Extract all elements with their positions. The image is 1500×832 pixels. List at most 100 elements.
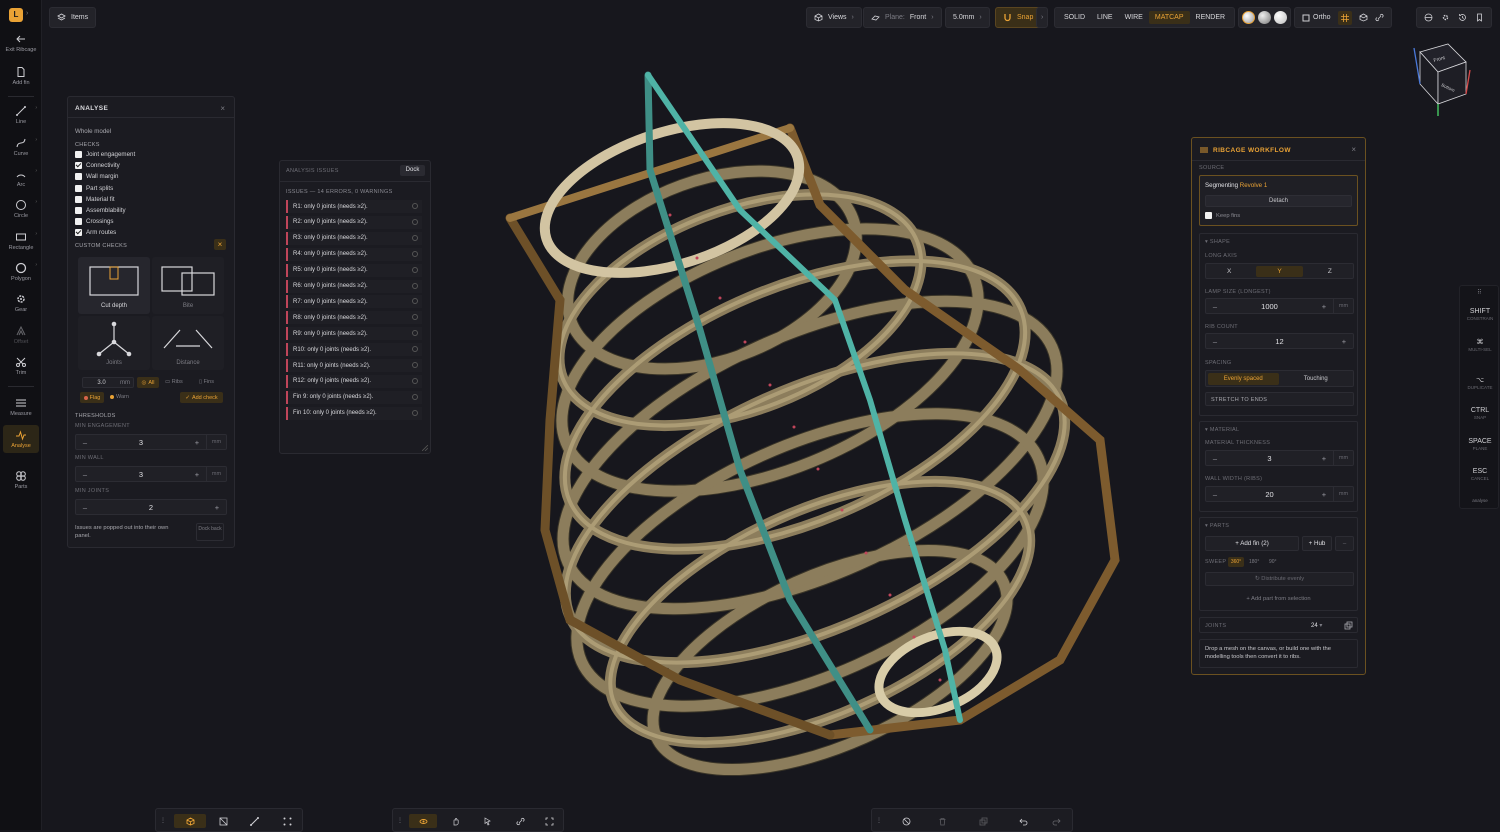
tool-rectangle[interactable]: Rectangle › (0, 231, 42, 251)
issue-locate-icon[interactable] (412, 266, 418, 273)
custom-card-cut-depth[interactable]: Cut depth (78, 257, 150, 314)
issue-locate-icon[interactable] (412, 346, 418, 353)
spacing-even-button[interactable]: Evenly spaced (1208, 372, 1279, 385)
shape-title[interactable]: ▾ SHAPE (1205, 239, 1230, 245)
check-connectivity[interactable]: Connectivity (75, 160, 135, 171)
history-icon[interactable] (1458, 13, 1467, 22)
sweep-180-button[interactable]: 180° (1249, 559, 1259, 565)
stretch-to-ends-toggle[interactable]: STRETCH TO ENDS (1205, 392, 1354, 406)
issue-locate-icon[interactable] (412, 298, 418, 305)
add-fin-button[interactable]: + Add fin (2) (1205, 536, 1299, 551)
tool-connect-button[interactable] (510, 814, 530, 828)
views-button[interactable]: Views › (806, 7, 862, 28)
redo-button[interactable] (1046, 814, 1066, 828)
custom-card-joints[interactable]: Joints (78, 316, 150, 370)
increment-button[interactable]: + (208, 503, 226, 512)
issue-row[interactable]: R11: only 0 joints (needs ≥2). (286, 359, 422, 372)
distribute-evenly-button[interactable]: ↻ Distribute evenly (1205, 572, 1354, 586)
increment-button[interactable]: + (188, 438, 206, 447)
issue-locate-icon[interactable] (412, 218, 418, 225)
box-icon[interactable] (1359, 13, 1368, 22)
tool-exit-ribcage[interactable]: Exit Ribcage (0, 33, 42, 53)
decrement-button[interactable]: – (1206, 490, 1224, 499)
delete-button[interactable] (932, 814, 952, 828)
tool-parts[interactable]: Parts (0, 470, 42, 490)
issue-locate-icon[interactable] (412, 314, 418, 321)
increment-button[interactable]: + (1315, 490, 1333, 499)
settings-icon[interactable] (1441, 13, 1450, 22)
issue-locate-icon[interactable] (412, 362, 418, 368)
issue-locate-icon[interactable] (412, 234, 418, 241)
close-icon[interactable]: × (220, 104, 225, 113)
add-part-from-selection-button[interactable]: + Add part from selection (1200, 596, 1357, 602)
tool-analyse[interactable]: Analyse (3, 425, 39, 453)
decrement-button[interactable]: – (76, 470, 94, 479)
increment-button[interactable]: + (188, 470, 206, 479)
issue-locate-icon[interactable] (412, 203, 418, 209)
mode-solid[interactable]: SOLID (1058, 14, 1091, 21)
snap-options-button[interactable]: › (1036, 7, 1049, 28)
add-check-button[interactable]: ✓ Add check (180, 392, 223, 403)
issue-row[interactable]: R9: only 0 joints (needs ≥2). (286, 327, 422, 341)
checkbox[interactable] (75, 162, 82, 170)
sweep-360-button[interactable]: 360° (1228, 557, 1244, 567)
tool-trim[interactable]: Trim (0, 356, 42, 376)
issue-locate-icon[interactable] (412, 409, 418, 416)
custom-value-input[interactable]: 3.0 mm (82, 377, 134, 388)
mode-face-button[interactable] (213, 814, 233, 828)
issue-row[interactable]: R6: only 0 joints (needs ≥2). (286, 279, 422, 293)
ortho-button[interactable]: Ortho (1302, 14, 1331, 22)
view-cube[interactable]: Front Bottom (1408, 40, 1474, 118)
drag-handle-icon[interactable]: ⋮ (397, 817, 403, 824)
rib-count-stepper[interactable]: –12 + (1205, 333, 1354, 349)
tool-line[interactable]: Line › (0, 105, 42, 125)
scope-fins-button[interactable]: ▯ Fins (199, 379, 214, 385)
decrement-button[interactable]: – (1206, 337, 1224, 346)
spacing-touching-button[interactable]: Touching (1281, 376, 1352, 382)
axis-y-button[interactable]: Y (1256, 265, 1303, 277)
check-wall-margin[interactable]: Wall margin (75, 171, 135, 182)
plane-button[interactable]: Plane: Front › (863, 7, 942, 28)
checkbox[interactable] (75, 151, 82, 159)
tool-offset[interactable]: Offset (0, 325, 42, 345)
check-part-splits[interactable]: Part splits (75, 183, 135, 194)
checkbox[interactable] (75, 173, 82, 181)
issue-locate-icon[interactable] (412, 393, 418, 400)
decrement-button[interactable]: – (76, 438, 94, 447)
material-title[interactable]: ▾ MATERIAL (1205, 427, 1239, 433)
check-assemblability[interactable]: Assemblability (75, 205, 135, 216)
tool-curve[interactable]: Curve › (0, 137, 42, 157)
axis-z-button[interactable]: Z (1307, 268, 1353, 275)
drag-handle-icon[interactable]: ⠿ (1460, 289, 1500, 296)
resize-handle-icon[interactable] (422, 445, 428, 451)
decrement-button[interactable]: – (1206, 454, 1224, 463)
matcap-swatch-grey[interactable] (1258, 11, 1271, 24)
check-crossings[interactable]: Crossings (75, 216, 135, 227)
link-icon[interactable] (1374, 13, 1384, 22)
issue-row[interactable]: R1: only 0 joints (needs ≥2). (286, 200, 422, 213)
issue-locate-icon[interactable] (412, 330, 418, 337)
check-joint-engagement[interactable]: Joint engagement (75, 149, 135, 160)
min-engagement-stepper[interactable]: –3 + mm (75, 434, 227, 450)
undo-button[interactable] (1013, 814, 1033, 828)
close-icon[interactable]: × (1351, 145, 1356, 154)
issue-row[interactable]: R7: only 0 joints (needs ≥2). (286, 295, 422, 309)
mode-vertex-button[interactable] (277, 814, 297, 828)
decrement-button[interactable]: – (1206, 302, 1224, 311)
tool-circle[interactable]: Circle › (0, 199, 42, 219)
mode-edge-button[interactable] (244, 814, 264, 828)
custom-checks-close-icon[interactable]: × (214, 239, 226, 250)
lamp-size-stepper[interactable]: –1000 + mm (1205, 298, 1354, 314)
dock-back-button[interactable]: Dock back (196, 523, 224, 541)
check-material-fit[interactable]: Material fit (75, 194, 135, 205)
axis-x-button[interactable]: X (1206, 268, 1252, 275)
checkbox[interactable] (75, 207, 82, 215)
cancel-button[interactable] (896, 814, 916, 828)
issue-locate-icon[interactable] (412, 377, 418, 384)
custom-card-distance[interactable]: Distance (152, 316, 224, 370)
increment-button[interactable]: + (1315, 302, 1333, 311)
scope-ribs-button[interactable]: ▭ Ribs (165, 379, 183, 385)
checkbox[interactable] (1205, 212, 1212, 219)
issue-row[interactable]: R4: only 0 joints (needs ≥2). (286, 247, 422, 261)
scope-all-button[interactable]: ◎ All (137, 377, 159, 388)
